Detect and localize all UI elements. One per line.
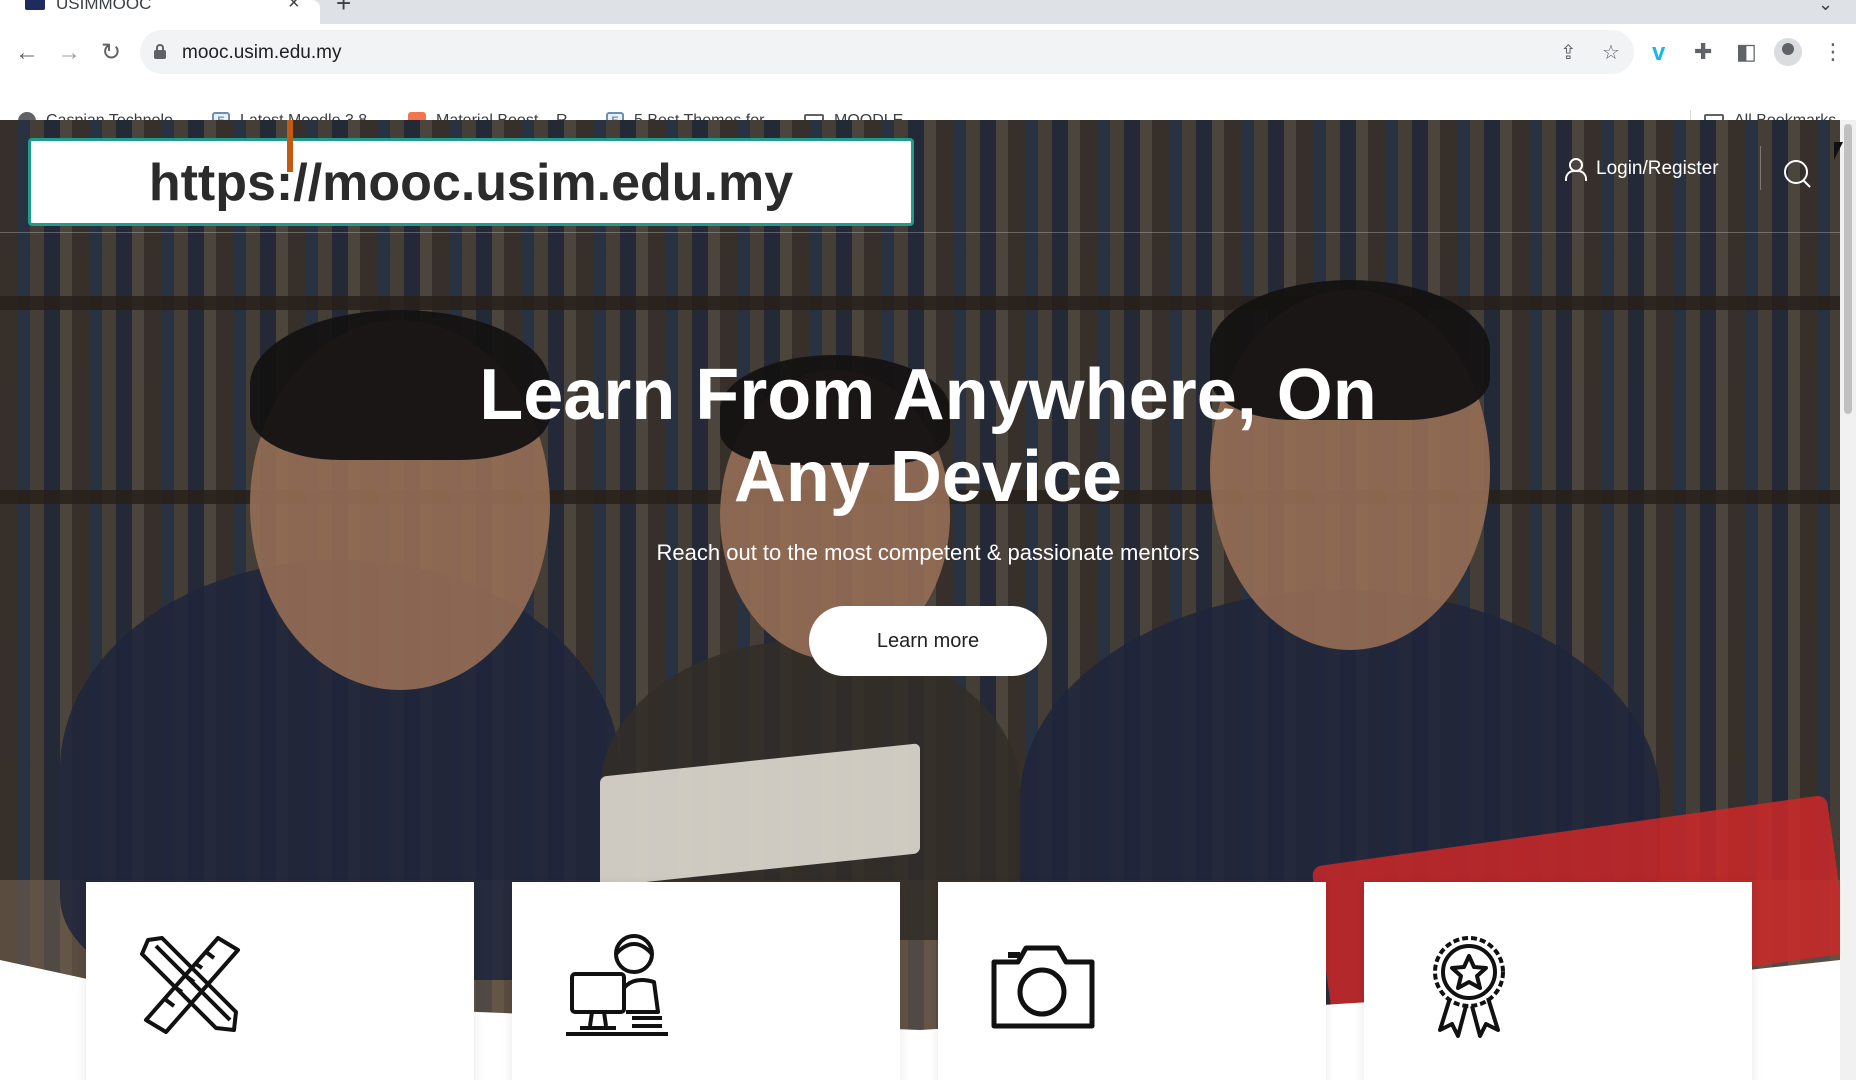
usim-favicon-icon [25,0,45,10]
browser-toolbar: ← → ↻ mooc.usim.edu.my ⇪ ☆ v ✚ ◧ ⋮ Caspi… [0,24,1856,142]
reload-icon[interactable]: ↻ [96,38,126,68]
hero-title-line: Learn From Anywhere, On [479,355,1377,435]
back-arrow-icon[interactable]: ← [12,38,42,68]
vimeo-extension-icon[interactable]: v [1652,39,1665,67]
login-register-link[interactable]: Login/Register [1564,158,1719,181]
side-panel-icon[interactable]: ◧ [1736,39,1757,65]
camera-icon [991,945,1095,1029]
share-icon[interactable]: ⇪ [1560,40,1577,65]
new-tab-button[interactable]: + [336,0,351,16]
hero-title-line: Any Device [733,437,1123,517]
online-learner-icon [566,934,668,1036]
scrollbar-thumb[interactable] [1844,124,1852,414]
hero-subtitle: Reach out to the most competent & passio… [656,540,1200,565]
forward-arrow-icon[interactable]: → [54,38,84,68]
kebab-menu-icon[interactable]: ⋮ [1822,39,1844,65]
search-icon[interactable] [1784,160,1812,188]
profile-avatar-icon[interactable] [1774,38,1802,66]
address-bar[interactable]: mooc.usim.edu.my ⇪ ☆ [140,30,1634,74]
extensions-puzzle-icon[interactable]: ✚ [1694,39,1712,65]
browser-tab[interactable]: USIMMOOC × [0,0,320,24]
bookshelf [0,296,1840,310]
page-scrollbar[interactable] [1840,120,1856,1080]
header-divider [0,232,1840,233]
close-tab-icon[interactable]: × [288,0,300,13]
feature-card[interactable] [1364,882,1752,1080]
arrow-up-icon [287,120,293,172]
mouse-cursor-icon [1834,142,1843,160]
page-viewport: https://mooc.usim.edu.my Login/Register … [0,120,1840,1080]
lock-icon[interactable] [154,44,166,59]
bookmark-star-icon[interactable]: ☆ [1602,40,1620,65]
pencil-ruler-icon [140,936,240,1034]
url-callout-text: https://mooc.usim.edu.my [148,154,794,212]
login-register-label: Login/Register [1596,158,1719,179]
feature-card[interactable] [512,882,900,1080]
url-callout-box: https://mooc.usim.edu.my [28,120,914,226]
header-nav-divider [1760,146,1761,190]
tab-title: USIMMOOC [56,0,152,13]
feature-card[interactable] [86,882,474,1080]
user-icon [1564,158,1587,181]
tab-strip: USIMMOOC × + ⌄ [0,0,1856,24]
feature-card[interactable] [938,882,1326,1080]
hero-title: Learn From Anywhere, On Any Device [420,354,1436,518]
award-badge-icon [1433,936,1505,1038]
address-bar-url[interactable]: mooc.usim.edu.my [182,42,341,64]
learn-more-button[interactable]: Learn more [809,606,1047,676]
tab-search-chevron-icon[interactable]: ⌄ [1818,0,1833,15]
